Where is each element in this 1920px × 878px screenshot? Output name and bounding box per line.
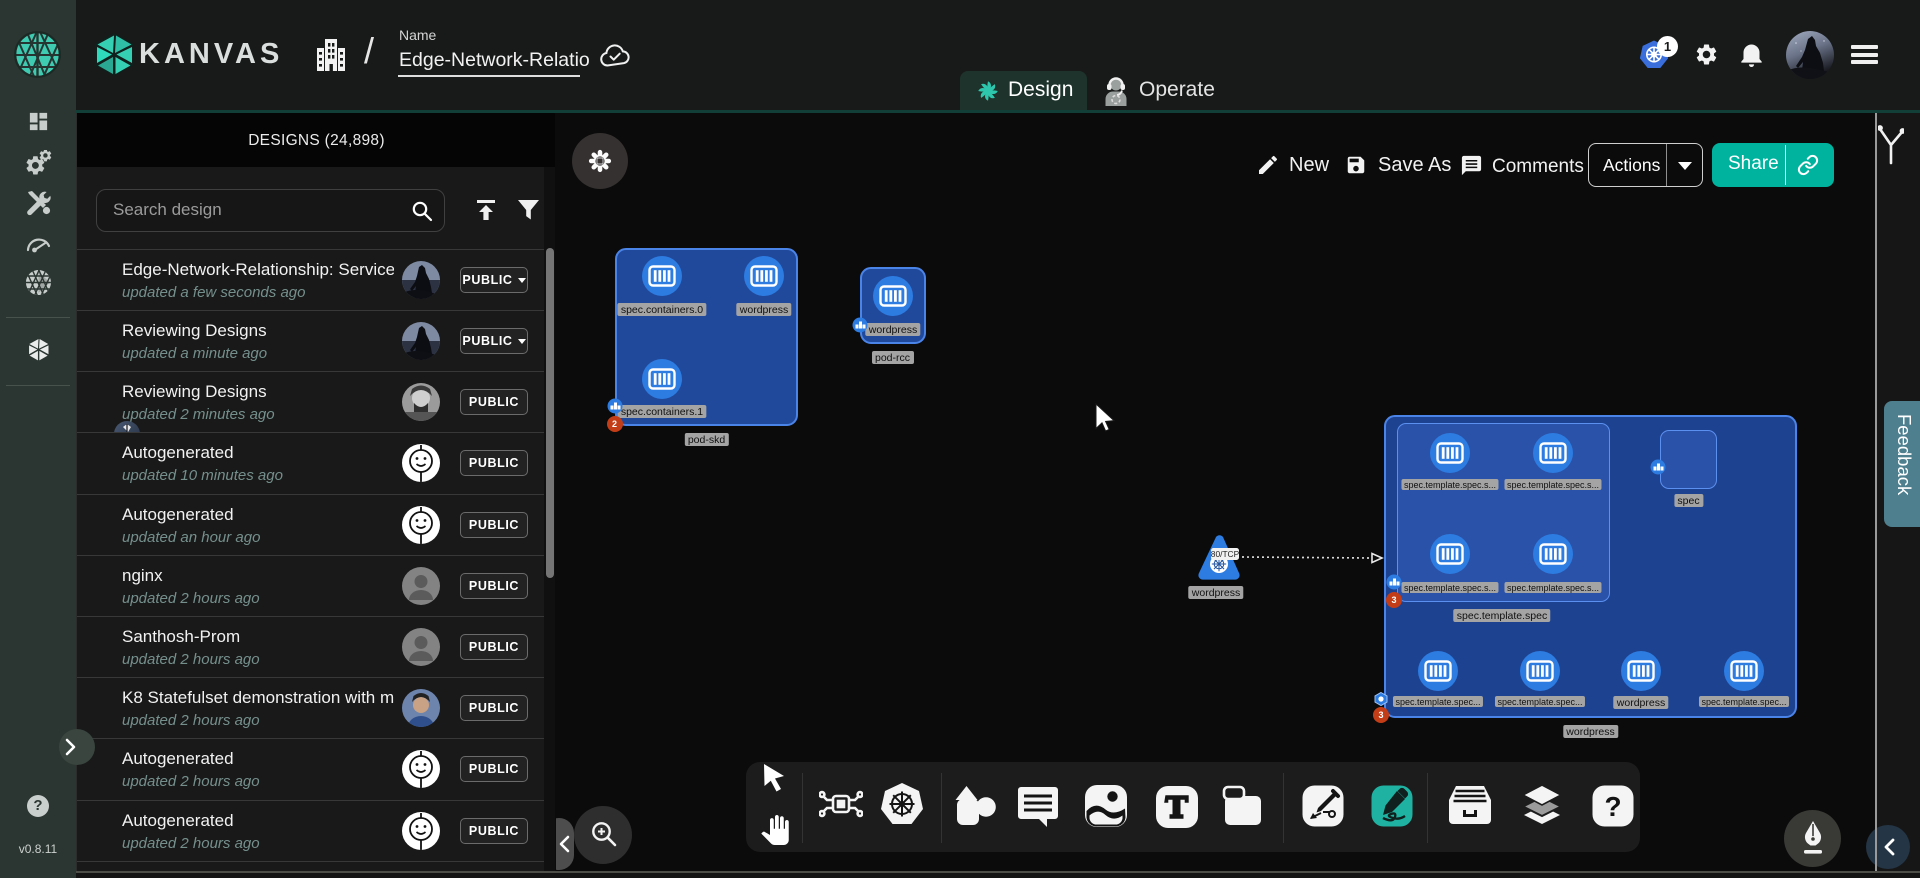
svg-text:80/TCP: 80/TCP	[1211, 549, 1240, 559]
svg-text:?: ?	[1604, 791, 1621, 822]
